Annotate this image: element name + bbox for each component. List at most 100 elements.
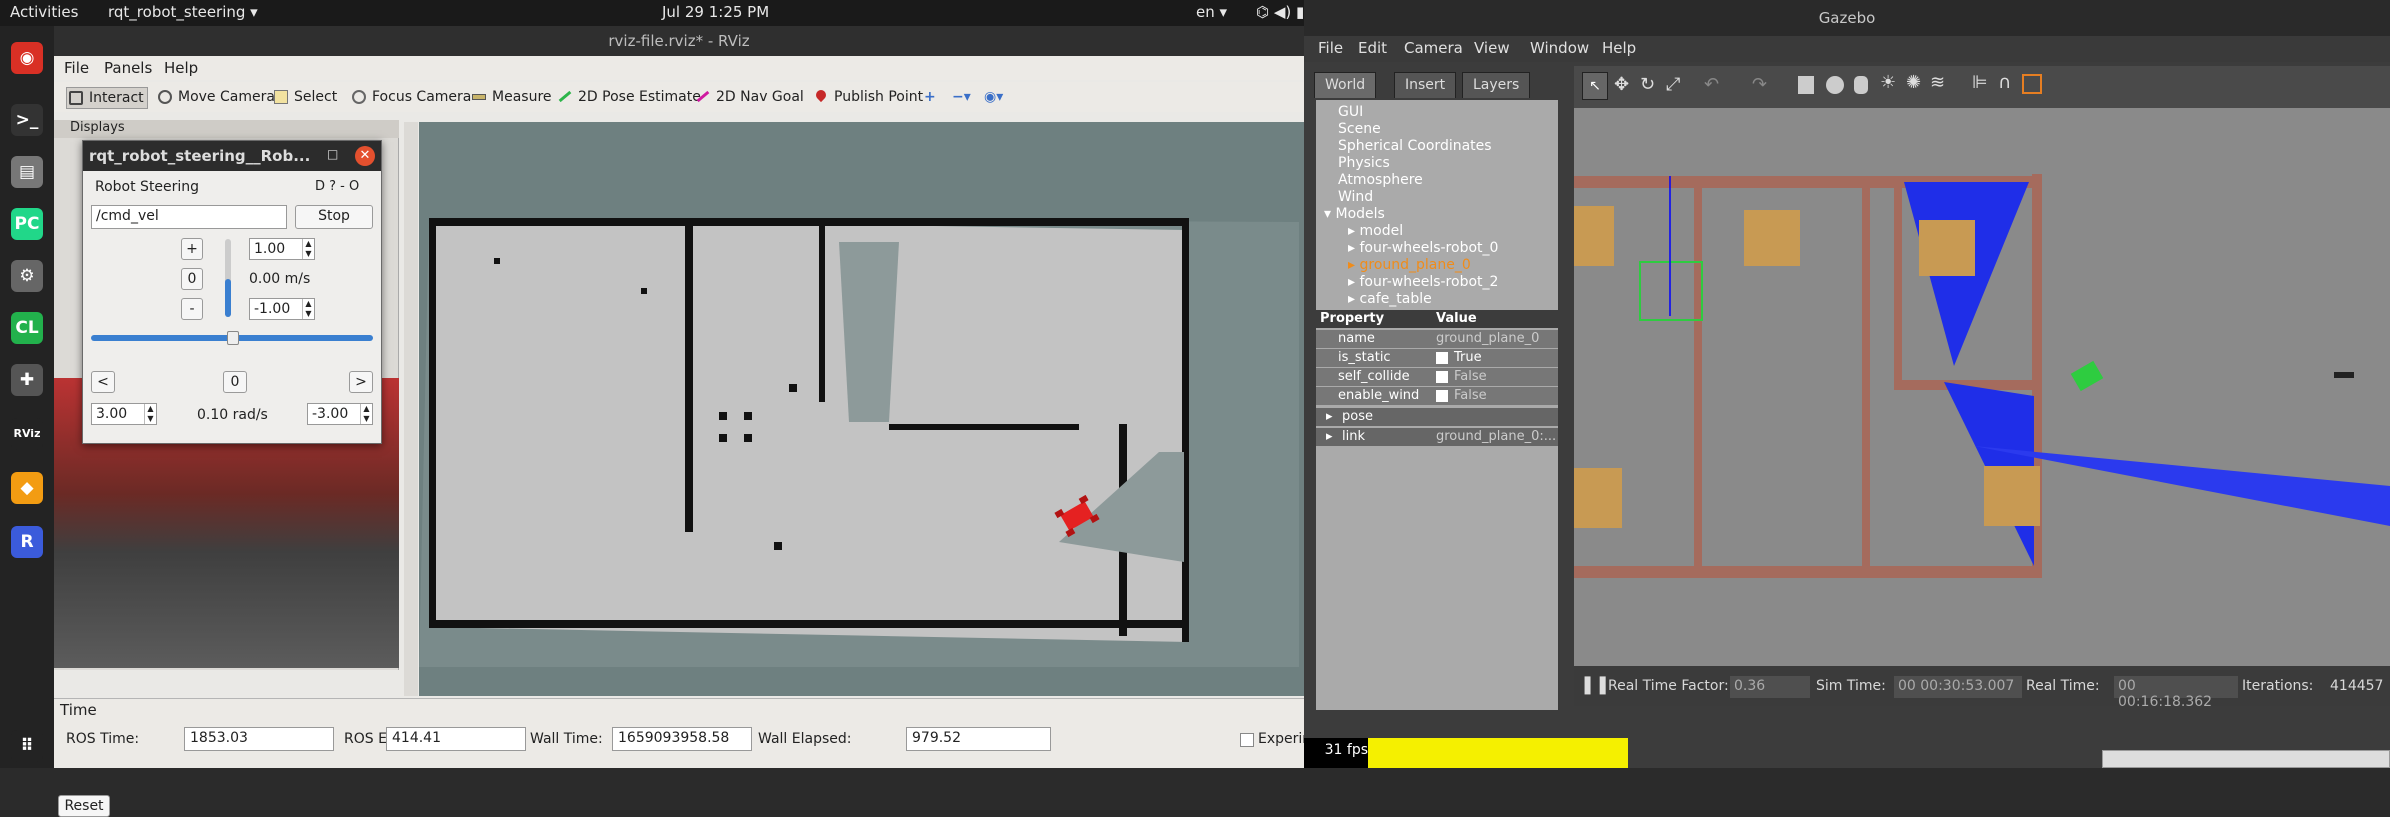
tool-measure[interactable]: Measure: [470, 87, 552, 109]
max-linear-spinbox[interactable]: 1.00 ▲ ▼: [249, 238, 315, 260]
layers-icon[interactable]: ◆: [11, 472, 43, 504]
tree-item[interactable]: Wind: [1338, 189, 1373, 205]
clock[interactable]: Jul 29 1:25 PM: [662, 3, 769, 21]
gz-menu-window[interactable]: Window: [1530, 39, 1589, 57]
checkbox-icon[interactable]: [1436, 390, 1448, 402]
gz-menu-help[interactable]: Help: [1602, 39, 1636, 57]
angular-right-button[interactable]: >: [349, 371, 373, 393]
max-angular-spinbox[interactable]: 3.00 ▲ ▼: [91, 403, 157, 425]
linear-slider[interactable]: [225, 239, 231, 317]
ros-elapsed-field[interactable]: 414.41: [386, 727, 526, 751]
chrome-icon[interactable]: ◉: [11, 42, 43, 74]
translate-icon[interactable]: ✥: [1614, 74, 1629, 95]
expand-icon[interactable]: ▸: [1326, 409, 1333, 424]
linear-zero-button[interactable]: 0: [181, 268, 203, 290]
prop-row[interactable]: name ground_plane_0: [1316, 330, 1558, 348]
angular-slider[interactable]: [91, 331, 373, 345]
terminal-icon[interactable]: >_: [11, 104, 43, 136]
prop-row[interactable]: enable_wind False: [1316, 387, 1558, 405]
ros-time-field[interactable]: 1853.03: [184, 727, 334, 751]
screenshot-icon[interactable]: [2022, 74, 2042, 94]
tab-layers[interactable]: Layers: [1462, 72, 1531, 98]
sphere-shape-icon[interactable]: [1826, 76, 1844, 94]
reset-button[interactable]: Reset: [58, 795, 110, 817]
point-light-icon[interactable]: ✺: [1906, 72, 1921, 93]
wall-time-field[interactable]: 1659093958.58: [612, 727, 752, 751]
menu-file[interactable]: File: [64, 59, 89, 77]
angular-zero-button[interactable]: 0: [223, 371, 247, 393]
sun-light-icon[interactable]: ☀: [1880, 72, 1896, 93]
menu-help[interactable]: Help: [164, 59, 198, 77]
gz-menu-view[interactable]: View: [1474, 39, 1510, 57]
tree-item[interactable]: Spherical Coordinates: [1338, 138, 1492, 154]
tool-interact[interactable]: Interact: [66, 87, 148, 109]
tool-move-camera[interactable]: Move Camera: [156, 87, 275, 109]
stop-button[interactable]: Stop: [295, 205, 373, 229]
menu-panels[interactable]: Panels: [104, 59, 152, 77]
splitter[interactable]: [404, 122, 418, 696]
tool-select[interactable]: Select: [272, 87, 337, 109]
checkbox-icon[interactable]: [1436, 371, 1448, 383]
tree-item[interactable]: ▸ four-wheels-robot_0: [1348, 240, 1498, 256]
r-icon[interactable]: R: [11, 526, 43, 558]
spin-arrows-icon[interactable]: ▲ ▼: [360, 404, 372, 424]
rotate-icon[interactable]: ↻: [1640, 74, 1655, 95]
topic-input[interactable]: /cmd_vel: [91, 205, 287, 229]
prop-row[interactable]: ▸ pose: [1316, 408, 1558, 426]
scale-icon[interactable]: ⤢: [1666, 74, 1680, 95]
tree-item[interactable]: Atmosphere: [1338, 172, 1423, 188]
rviz-icon[interactable]: RViz: [11, 418, 43, 450]
apps-grid-icon[interactable]: ⠿: [11, 730, 43, 762]
checkbox-checked-icon[interactable]: [1436, 352, 1448, 364]
tool-properties-icon[interactable]: ◉▾: [984, 87, 1003, 109]
spin-arrows-icon[interactable]: ▲ ▼: [144, 404, 156, 424]
add-tool-icon[interactable]: +: [924, 87, 936, 109]
language-indicator[interactable]: en ▾: [1196, 3, 1227, 21]
gz-menu-camera[interactable]: Camera: [1404, 39, 1463, 57]
remove-tool-icon[interactable]: −▾: [952, 87, 971, 109]
prop-row[interactable]: ▸ link ground_plane_0:...: [1316, 428, 1558, 446]
minimize-icon[interactable]: _: [285, 145, 292, 161]
close-icon[interactable]: ✕: [355, 146, 375, 166]
box-shape-icon[interactable]: [1798, 76, 1814, 94]
redo-icon[interactable]: ↷: [1752, 74, 1767, 95]
gamepad-icon[interactable]: ✚: [11, 364, 43, 396]
tree-item[interactable]: GUI: [1338, 104, 1363, 120]
pause-icon[interactable]: ❚❚: [1580, 674, 1610, 695]
min-linear-spinbox[interactable]: -1.00 ▲ ▼: [249, 298, 315, 320]
wall-elapsed-field[interactable]: 979.52: [906, 727, 1051, 751]
angular-left-button[interactable]: <: [91, 371, 115, 393]
gazebo-3d-view[interactable]: [1574, 66, 2390, 666]
tree-item-models[interactable]: ▾ Models: [1324, 206, 1385, 222]
settings-icon[interactable]: ⚙: [11, 260, 43, 292]
spin-arrows-icon[interactable]: ▲ ▼: [302, 239, 314, 259]
tree-item-selected[interactable]: ▸ ground_plane_0: [1348, 257, 1471, 273]
app-menu[interactable]: rqt_robot_steering ▾: [108, 3, 258, 21]
plugin-controls[interactable]: D ? - O: [315, 179, 359, 194]
linear-minus-button[interactable]: -: [181, 298, 203, 320]
tree-item[interactable]: Scene: [1338, 121, 1381, 137]
tool-2d-nav-goal[interactable]: 2D Nav Goal: [694, 87, 804, 109]
tool-publish-point[interactable]: Publish Point: [812, 87, 923, 109]
tree-item[interactable]: ▸ cafe_table: [1348, 291, 1432, 307]
cylinder-shape-icon[interactable]: [1854, 76, 1868, 94]
gz-menu-edit[interactable]: Edit: [1358, 39, 1387, 57]
tab-world[interactable]: World: [1314, 72, 1377, 98]
files-icon[interactable]: ▤: [11, 156, 43, 188]
tree-item[interactable]: ▸ model: [1348, 223, 1403, 239]
tool-2d-pose[interactable]: 2D Pose Estimate: [556, 87, 701, 109]
spin-arrows-icon[interactable]: ▲ ▼: [302, 299, 314, 319]
maximize-icon[interactable]: □: [327, 147, 338, 161]
select-mode-icon[interactable]: ↖: [1582, 72, 1608, 100]
tree-item[interactable]: ▸ four-wheels-robot_2: [1348, 274, 1498, 290]
experimental-checkbox[interactable]: [1240, 733, 1254, 747]
snap-icon[interactable]: ∩: [1998, 72, 2011, 93]
gz-menu-file[interactable]: File: [1318, 39, 1343, 57]
tree-item[interactable]: Physics: [1338, 155, 1390, 171]
map-view[interactable]: [419, 122, 1304, 696]
expand-icon[interactable]: ▸: [1326, 429, 1333, 444]
horizontal-scrollbar[interactable]: [2102, 750, 2390, 768]
min-angular-spinbox[interactable]: -3.00 ▲ ▼: [307, 403, 373, 425]
tab-insert[interactable]: Insert: [1394, 72, 1457, 98]
spot-light-icon[interactable]: ≋: [1930, 72, 1945, 93]
